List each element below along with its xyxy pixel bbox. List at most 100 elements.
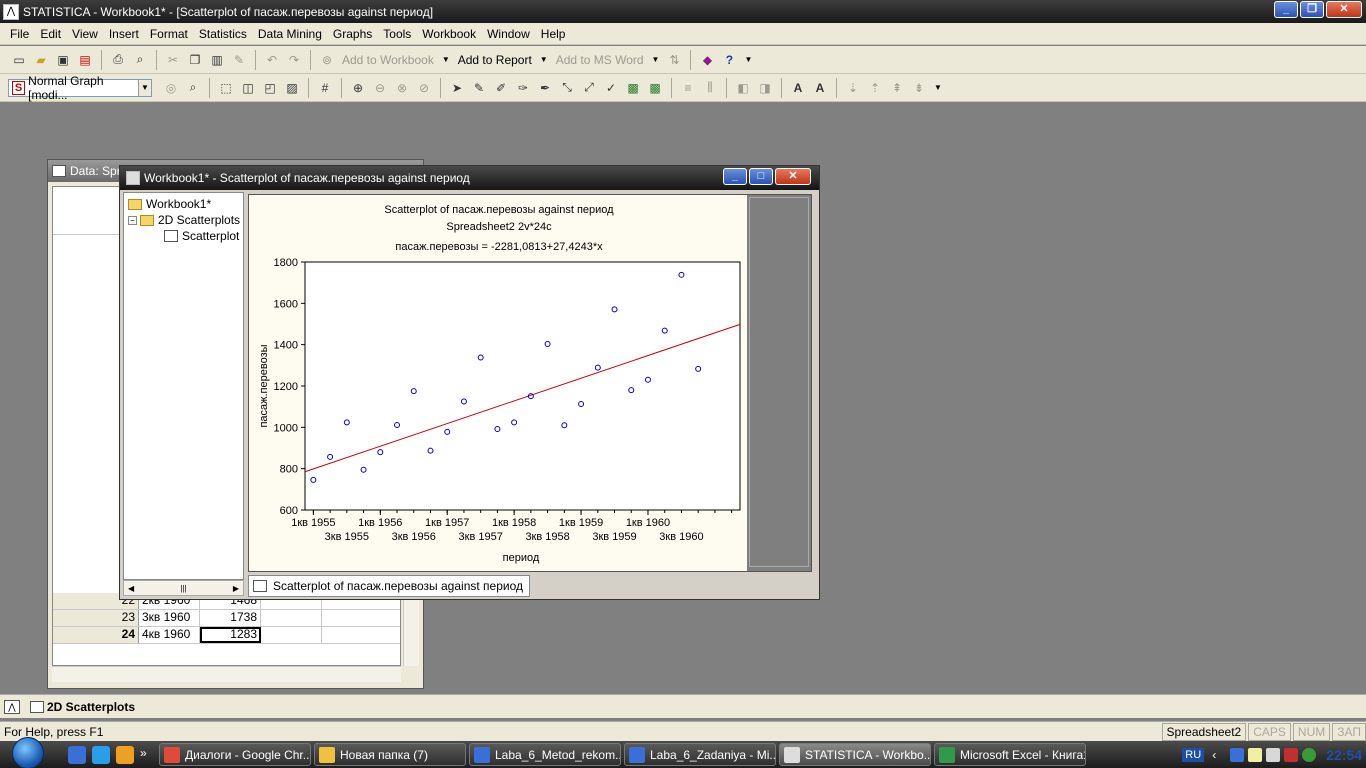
scroll-left-icon[interactable]: ◀ (128, 584, 134, 593)
new-file-icon[interactable]: ▭ (11, 52, 27, 68)
menu-edit[interactable]: Edit (40, 27, 61, 41)
zoom-in-icon[interactable]: ⊕ (350, 80, 366, 96)
ungroup-icon[interactable]: ◨ (757, 80, 773, 96)
menu-file[interactable]: File (10, 27, 29, 41)
workbook-window[interactable]: Workbook1* - Scatterplot of пасаж.перево… (119, 165, 820, 600)
edit-points-icon[interactable]: ⤢ (581, 80, 597, 96)
statistica-icon[interactable]: ⋀ (4, 699, 20, 714)
add-to-report-button[interactable]: Add to Report (458, 53, 532, 67)
cut-icon[interactable]: ✂ (165, 52, 181, 68)
check-icon[interactable]: ✓ (603, 80, 619, 96)
statistica-app-icon[interactable]: ⋀ (3, 3, 19, 20)
restore-button[interactable]: ❐ (1300, 1, 1324, 18)
print-preview-icon[interactable]: ⌕ (132, 52, 148, 68)
chevron-down-icon[interactable]: ▼ (137, 79, 151, 96)
cell-value[interactable]: 1283 (200, 627, 261, 643)
sort-asc-icon[interactable]: ⇡ (867, 80, 883, 96)
minimize-button[interactable]: _ (1274, 1, 1298, 18)
tree-horizontal-scrollbar[interactable]: ◀ ||| ▶ (123, 580, 244, 596)
quicklaunch-app-icon[interactable] (68, 745, 86, 764)
menu-help[interactable]: Help (541, 27, 566, 41)
scatterplot-chart[interactable]: Scatterplot of пасаж.перевозы against пе… (249, 195, 747, 571)
menu-data-mining[interactable]: Data Mining (258, 27, 322, 41)
scroll-right-icon[interactable]: ▶ (233, 584, 239, 593)
menu-window[interactable]: Window (487, 27, 530, 41)
draw-shape-icon[interactable]: ✑ (515, 80, 531, 96)
graph-edit-icon[interactable]: ◫ (240, 80, 256, 96)
menu-format[interactable]: Format (150, 27, 188, 41)
open-folder-icon[interactable]: ▰ (33, 52, 49, 68)
workbook-close-button[interactable]: ✕ (775, 168, 811, 185)
zoom-icon[interactable]: ⌕ (185, 80, 201, 96)
network-icon[interactable] (1230, 747, 1245, 762)
notes-icon[interactable] (1248, 747, 1263, 762)
bind-icon[interactable]: ⇅ (666, 52, 682, 68)
redo-icon[interactable]: ↷ (286, 52, 302, 68)
marker-icon[interactable]: ⤡ (559, 80, 575, 96)
sort-more-icon[interactable]: ⇟ (911, 80, 927, 96)
copy-icon[interactable]: ❐ (187, 52, 203, 68)
menu-tools[interactable]: Tools (383, 27, 411, 41)
grid-icon[interactable]: # (317, 80, 333, 96)
start-button[interactable] (12, 736, 44, 768)
cell-period[interactable]: 3кв 1960 (139, 610, 200, 626)
taskbar-item[interactable]: STATISTICA - Workbo... (779, 743, 931, 766)
table-row[interactable]: 23 3кв 1960 1738 (53, 610, 400, 627)
clock[interactable]: 22:54 (1326, 747, 1362, 763)
workbook-minimize-button[interactable]: _ (723, 168, 747, 185)
graph-type-select[interactable]: S Normal Graph [modi... ▼ (8, 74, 152, 102)
cell-empty[interactable] (322, 610, 400, 626)
taskbar-item[interactable]: Laba_6_Zadaniya - Mi... (624, 743, 776, 766)
taskbar-item[interactable]: Диалоги - Google Chr... (159, 743, 311, 766)
add-to-ms-word-chevron-down-icon[interactable]: ▼ (652, 55, 660, 64)
align-icon[interactable]: ≡ (680, 80, 696, 96)
tree-folder-2d-scatterplots[interactable]: − 2D Scatterplots ( (128, 213, 243, 227)
font-grow-icon[interactable]: A (790, 80, 806, 96)
book-icon[interactable]: ◆ (699, 52, 715, 68)
save-icon[interactable]: ▣ (55, 52, 71, 68)
draw-line-icon[interactable]: ✐ (493, 80, 509, 96)
taskbar-item[interactable]: Новая папка (7) (314, 743, 466, 766)
tree-item-scatterplot[interactable]: Scatterplot o (164, 229, 243, 243)
undo-icon[interactable]: ↶ (264, 52, 280, 68)
workbook-maximize-button[interactable]: □ (749, 168, 773, 185)
pointer-icon[interactable]: ➤ (449, 80, 465, 96)
zoom-out-icon[interactable]: ⊖ (372, 80, 388, 96)
binoculars-icon[interactable]: ⊚ (319, 52, 335, 68)
layer-down-icon[interactable]: ▩ (647, 80, 663, 96)
workbook-tree[interactable]: Workbook1* − 2D Scatterplots ( Scatterpl… (123, 192, 244, 580)
update-icon[interactable] (1302, 747, 1317, 762)
zoom-clear-icon[interactable]: ⊘ (416, 80, 432, 96)
toolbar2-options-chevron-down-icon[interactable]: ▼ (934, 83, 942, 92)
flag-icon[interactable] (1284, 747, 1299, 762)
language-indicator[interactable]: RU (1182, 747, 1205, 762)
collapse-icon[interactable]: − (128, 215, 137, 225)
graph-area[interactable]: Scatterplot of пасаж.перевозы against пе… (248, 194, 812, 572)
volume-icon[interactable] (1266, 747, 1281, 762)
media-player-icon[interactable] (116, 745, 134, 764)
table-row[interactable]: 24 4кв 1960 1283 (53, 627, 400, 644)
print-icon[interactable]: ⎙ (110, 52, 126, 68)
zoom-reset-icon[interactable]: ⊗ (394, 80, 410, 96)
cell-period[interactable]: 4кв 1960 (139, 627, 200, 643)
cell-empty[interactable] (261, 610, 322, 626)
cell-value[interactable]: 1738 (200, 610, 261, 626)
add-to-workbook-chevron-down-icon[interactable]: ▼ (442, 55, 450, 64)
tree-root[interactable]: Workbook1* (128, 197, 211, 211)
cell-empty[interactable] (261, 627, 322, 643)
graph-options-icon[interactable]: ▨ (284, 80, 300, 96)
add-to-report-chevron-down-icon[interactable]: ▼ (540, 55, 548, 64)
format-painter-icon[interactable]: ✎ (231, 52, 247, 68)
brush-icon[interactable]: ◎ (163, 80, 179, 96)
menu-view[interactable]: View (72, 27, 98, 41)
taskbar-item[interactable]: Microsoft Excel - Книга1 (934, 743, 1086, 766)
sort-desc-icon[interactable]: ⇞ (889, 80, 905, 96)
graph-select-icon[interactable]: ⬚ (218, 80, 234, 96)
scroll-thumb[interactable]: ||| (180, 584, 186, 593)
group-icon[interactable]: ◧ (735, 80, 751, 96)
tab-2d-scatterplots[interactable]: 2D Scatterplots (30, 700, 135, 714)
font-shrink-icon[interactable]: A (812, 80, 828, 96)
add-to-ms-word-button[interactable]: Add to MS Word (556, 53, 644, 67)
add-to-workbook-button[interactable]: Add to Workbook (342, 53, 434, 67)
close-button[interactable]: ✕ (1326, 1, 1362, 18)
